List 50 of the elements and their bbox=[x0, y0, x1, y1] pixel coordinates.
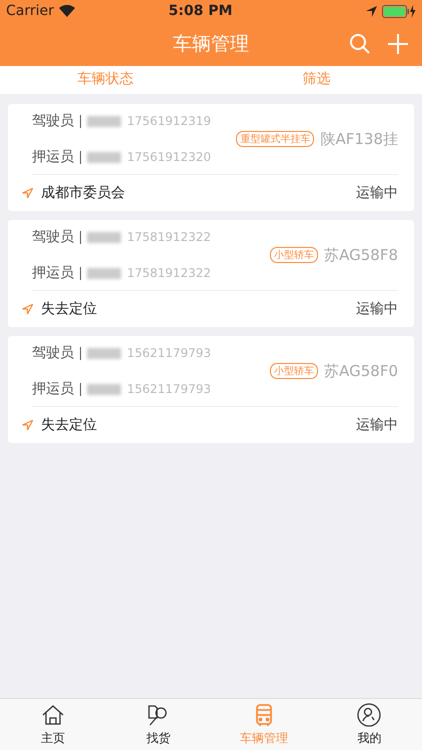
escort-label: 押运员 bbox=[32, 380, 74, 398]
tab-bar-item[interactable]: 我的 bbox=[316, 699, 422, 750]
location-text: 成都市委员会 bbox=[41, 184, 125, 202]
vehicle-type-tag: 小型轿车 bbox=[270, 247, 318, 263]
tab-bar-item[interactable]: 主页 bbox=[0, 699, 106, 750]
location-arrow-icon bbox=[22, 304, 33, 314]
redacted-name bbox=[87, 152, 121, 162]
location-text: 失去定位 bbox=[41, 300, 97, 318]
transport-status: 运输中 bbox=[356, 300, 398, 318]
escort-phone: 17581912322 bbox=[127, 266, 211, 280]
vehicle-type-tag: 小型轿车 bbox=[270, 363, 318, 379]
driver-label: 驾驶员 bbox=[32, 344, 74, 362]
plus-icon bbox=[386, 32, 410, 56]
plate-number: 陕AF138挂 bbox=[320, 130, 398, 148]
location-arrow-icon bbox=[22, 420, 33, 430]
redacted-name bbox=[87, 116, 121, 126]
clock-time: 5:08 PM bbox=[168, 3, 232, 19]
carrier-name: Carrier bbox=[6, 3, 54, 19]
vehicle-card[interactable]: 驾驶员 15621179793 押运员 15621179793 小型轿车 苏AG58F0 失去定位 运输中 bbox=[8, 336, 414, 443]
redacted-name bbox=[87, 384, 121, 394]
escort-label: 押运员 bbox=[32, 264, 74, 282]
plate-number: 苏AG58F0 bbox=[324, 362, 398, 380]
plate-number: 苏AG58F8 bbox=[324, 246, 398, 264]
add-button[interactable] bbox=[386, 32, 410, 56]
vehicle-card[interactable]: 驾驶员 17581912322 押运员 17581912322 小型轿车 苏AG58F8 失去定位 运输中 bbox=[8, 220, 414, 327]
redacted-name bbox=[87, 232, 121, 242]
user-icon bbox=[356, 702, 382, 728]
wifi-icon bbox=[58, 5, 75, 17]
vehicle-card[interactable]: 驾驶员 17561912319 押运员 17561912320 重型罐式半挂车 陕AF138挂 成都市委员会 运输中 bbox=[8, 104, 414, 211]
driver-phone: 17561912319 bbox=[127, 114, 211, 128]
page-title: 车辆管理 bbox=[173, 32, 249, 57]
vehicle-type-tag: 重型罐式半挂车 bbox=[236, 131, 314, 147]
tab-bar-item[interactable]: 找货 bbox=[106, 699, 211, 750]
transport-status: 运输中 bbox=[356, 184, 398, 202]
location-arrow-icon bbox=[366, 6, 377, 16]
driver-phone: 15621179793 bbox=[127, 346, 211, 360]
redacted-name bbox=[87, 348, 121, 358]
driver-label: 驾驶员 bbox=[32, 112, 74, 130]
redacted-name bbox=[87, 268, 121, 278]
escort-phone: 17561912320 bbox=[127, 150, 211, 164]
driver-phone: 17581912322 bbox=[127, 230, 211, 244]
location-text: 失去定位 bbox=[41, 416, 97, 434]
search-icon bbox=[348, 32, 372, 56]
escort-label: 押运员 bbox=[32, 148, 74, 166]
escort-phone: 15621179793 bbox=[127, 382, 211, 396]
battery-icon bbox=[382, 4, 416, 18]
search-button[interactable] bbox=[348, 32, 372, 56]
driver-label: 驾驶员 bbox=[32, 228, 74, 246]
location-arrow-icon bbox=[22, 188, 33, 198]
transport-status: 运输中 bbox=[356, 416, 398, 434]
